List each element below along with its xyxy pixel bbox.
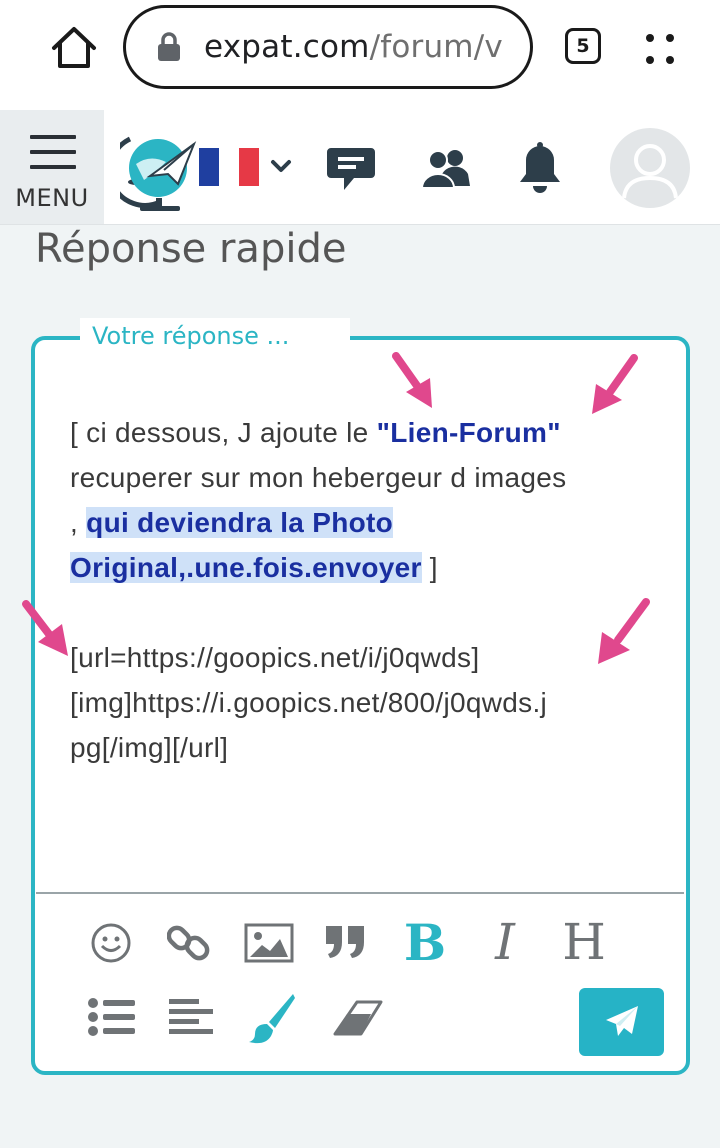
url-text: expat.com/forum/v xyxy=(204,29,503,65)
heading-button[interactable]: H xyxy=(556,912,612,972)
more-options-icon[interactable] xyxy=(640,30,680,70)
quote-icon xyxy=(326,926,364,958)
reply-text-segment: [ ci dessous, J ajoute le xyxy=(70,417,377,448)
site-header: MENU xyxy=(0,110,720,225)
pink-arrow-icon xyxy=(22,600,68,656)
browser-toolbar: expat.com/forum/v 5 xyxy=(0,0,720,110)
align-left-icon xyxy=(169,999,213,1034)
reply-legend: Votre réponse ... xyxy=(80,318,350,354)
expat-globe-logo[interactable] xyxy=(120,124,198,212)
lien-forum-text: "Lien-Forum" xyxy=(376,417,561,448)
chevron-down-icon[interactable] xyxy=(270,155,292,177)
home-icon[interactable] xyxy=(48,22,100,74)
selected-text: qui deviendra la Photo xyxy=(86,507,394,538)
bbcode-line: pg[/img][/url] xyxy=(70,732,229,763)
lock-icon xyxy=(158,32,180,61)
bullet-list-button[interactable] xyxy=(86,996,136,1038)
insert-image-button[interactable] xyxy=(244,920,294,966)
reply-line: recuperer sur mon hebergeur d images xyxy=(70,462,567,493)
quote-button[interactable] xyxy=(322,918,370,966)
paintbrush-icon xyxy=(249,994,295,1044)
tab-switcher-button[interactable]: 5 xyxy=(565,28,601,64)
align-left-button[interactable] xyxy=(166,996,216,1038)
address-bar[interactable]: expat.com/forum/v xyxy=(123,5,533,89)
pink-arrow-icon xyxy=(598,598,650,664)
bold-button[interactable]: B xyxy=(400,912,450,972)
paper-plane-icon xyxy=(605,1006,638,1036)
reply-text-segment: ] xyxy=(421,552,438,583)
reply-line: [ ci dessous, J ajoute le "Lien-Forum" xyxy=(70,410,660,455)
bbcode-line: [url=https://goopics.net/i/j0qwds] xyxy=(70,642,480,673)
smiley-icon xyxy=(91,923,131,963)
messages-icon[interactable] xyxy=(326,146,376,192)
bbcode-line: [img]https://i.goopics.net/800/j0qwds.j xyxy=(70,687,548,718)
italic-button[interactable]: I xyxy=(480,912,530,972)
editor-divider xyxy=(36,892,684,894)
list-icon xyxy=(88,998,135,1036)
color-brush-button[interactable] xyxy=(246,992,298,1044)
menu-button[interactable]: MENU xyxy=(0,110,104,224)
friends-icon[interactable] xyxy=(420,148,472,188)
language-flag-fr[interactable] xyxy=(199,148,259,186)
notifications-bell-icon[interactable] xyxy=(516,142,564,194)
eraser-icon xyxy=(333,1000,383,1036)
hamburger-icon xyxy=(30,135,76,180)
reply-textarea-content[interactable]: [ ci dessous, J ajoute le "Lien-Forum" r… xyxy=(70,410,660,770)
pink-arrow-icon xyxy=(592,354,638,414)
image-icon xyxy=(244,923,294,963)
url-path: /forum/v xyxy=(369,29,503,65)
pink-arrow-icon xyxy=(392,352,432,408)
emoji-button[interactable] xyxy=(88,920,134,966)
send-reply-button[interactable] xyxy=(579,988,664,1056)
user-avatar[interactable] xyxy=(610,128,690,208)
reply-text-segment: , xyxy=(70,507,87,538)
clear-format-button[interactable] xyxy=(330,996,384,1040)
link-icon xyxy=(167,925,210,961)
page-title: Réponse rapide xyxy=(35,226,347,272)
reply-line: Original,.une.fois.envoyer ] xyxy=(70,545,660,590)
selected-text: Original,.une.fois.envoyer xyxy=(70,552,422,583)
default-user-icon xyxy=(622,144,678,199)
insert-link-button[interactable] xyxy=(166,920,212,966)
url-domain: expat.com xyxy=(204,29,370,65)
reply-line: , qui deviendra la Photo xyxy=(70,500,660,545)
menu-label: MENU xyxy=(15,184,89,212)
